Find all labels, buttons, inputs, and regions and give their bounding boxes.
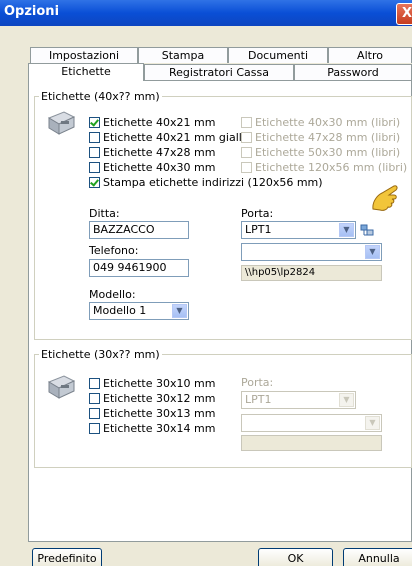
modello-label: Modello: [89, 288, 136, 301]
ditta-input[interactable]: BAZZACCO [89, 221, 189, 239]
check-label: Etichette 40x21 mm [103, 116, 216, 129]
check-30x14[interactable]: Etichette 30x14 mm [89, 422, 215, 435]
label-printer-icon [47, 111, 76, 135]
check-indirizzi[interactable]: Stampa etichette indirizzi (120x56 mm) [89, 176, 323, 189]
check-47x28-libri[interactable]: Etichette 47x28 mm (libri) [241, 131, 400, 144]
porta2-secondary-select[interactable]: ▼ [241, 414, 382, 432]
tab-altro[interactable]: Altro [328, 47, 412, 63]
printer-path: \\hp05\lp2824 [241, 265, 382, 281]
check-label: Etichette 40x21 mm gialle [103, 131, 249, 144]
porta-value: LPT1 [245, 223, 272, 236]
tab-registratori-cassa[interactable]: Registratori Cassa [144, 64, 294, 80]
printer-path-disabled [241, 435, 382, 451]
checkbox[interactable] [89, 408, 100, 419]
tab-documenti[interactable]: Documenti [228, 47, 328, 63]
chevron-down-icon[interactable]: ▼ [172, 304, 187, 318]
check-40x30-libri[interactable]: Etichette 40x30 mm (libri) [241, 116, 400, 129]
checkbox[interactable] [241, 147, 252, 158]
hand-pointer-icon [372, 185, 398, 211]
modello-label-text: Modello: [89, 288, 136, 301]
chevron-down-icon[interactable]: ▼ [365, 245, 380, 259]
tab-stampa[interactable]: Stampa [138, 47, 228, 63]
ditta-label-text: Ditta: [89, 207, 120, 220]
check-label: Etichette 30x14 mm [103, 422, 216, 435]
check-30x12[interactable]: Etichette 30x12 mm [89, 392, 215, 405]
porta-secondary-select[interactable]: ▼ [241, 243, 382, 261]
tab-password[interactable]: Password [294, 64, 412, 80]
checkbox[interactable] [89, 147, 100, 158]
check-label: Etichette 47x28 mm (libri) [255, 131, 401, 144]
porta2-label-text: Porta: [241, 376, 274, 389]
ditta-label: Ditta: [89, 207, 120, 220]
check-label: Etichette 40x30 mm (libri) [255, 116, 401, 129]
group-30x-legend: Etichette (30x?? mm) [41, 348, 160, 361]
modello-select[interactable]: Modello 1 ▼ [89, 302, 189, 320]
checkbox[interactable] [89, 423, 100, 434]
check-30x13[interactable]: Etichette 30x13 mm [89, 407, 215, 420]
checkbox[interactable] [89, 177, 100, 188]
tab-etichette[interactable]: Etichette [28, 63, 144, 81]
check-120x56-libri[interactable]: Etichette 120x56 mm (libri) [241, 161, 407, 174]
check-40x21-gialle[interactable]: Etichette 40x21 mm gialle [89, 131, 249, 144]
checkbox[interactable] [89, 117, 100, 128]
porta2-select[interactable]: LPT1 ▼ [241, 391, 356, 409]
check-label: Etichette 40x30 mm [103, 161, 216, 174]
checkbox[interactable] [89, 393, 100, 404]
title-bar[interactable]: Opzioni X [0, 0, 412, 26]
check-label: Stampa etichette indirizzi (120x56 mm) [103, 176, 323, 189]
group-40x-legend: Etichette (40x?? mm) [41, 90, 160, 103]
checkbox[interactable] [89, 378, 100, 389]
check-label: Etichette 120x56 mm (libri) [255, 161, 408, 174]
ok-button[interactable]: OK [258, 548, 333, 566]
checkbox[interactable] [89, 132, 100, 143]
porta2-label: Porta: [241, 376, 273, 389]
checkbox[interactable] [241, 117, 252, 128]
chevron-down-icon[interactable]: ▼ [365, 416, 380, 430]
modello-value: Modello 1 [93, 304, 147, 317]
tab-impostazioni[interactable]: Impostazioni [30, 47, 138, 63]
check-label: Etichette 30x13 mm [103, 407, 216, 420]
check-50x30-libri[interactable]: Etichette 50x30 mm (libri) [241, 146, 400, 159]
cancel-button[interactable]: Annulla [343, 548, 412, 566]
label-printer-icon [47, 375, 76, 399]
chevron-down-icon[interactable]: ▼ [339, 223, 354, 237]
telefono-label: Telefono: [89, 244, 138, 257]
network-printer-icon[interactable] [360, 224, 374, 237]
default-button[interactable]: Predefinito [32, 548, 102, 566]
telefono-input[interactable]: 049 9461900 [89, 259, 189, 277]
check-30x10[interactable]: Etichette 30x10 mm [89, 377, 215, 390]
checkbox[interactable] [241, 132, 252, 143]
porta-label-text: Porta: [241, 207, 274, 220]
chevron-down-icon[interactable]: ▼ [339, 393, 354, 407]
checkbox[interactable] [241, 162, 252, 173]
telefono-label-text: Telefono: [89, 244, 139, 257]
check-label: Etichette 47x28 mm [103, 146, 216, 159]
check-label: Etichette 50x30 mm (libri) [255, 146, 401, 159]
check-label: Etichette 30x10 mm [103, 377, 216, 390]
porta-label: Porta: [241, 207, 273, 220]
check-40x30[interactable]: Etichette 40x30 mm [89, 161, 215, 174]
porta2-value: LPT1 [245, 393, 272, 406]
window-title: Opzioni [4, 4, 60, 19]
checkbox[interactable] [89, 162, 100, 173]
check-label: Etichette 30x12 mm [103, 392, 216, 405]
porta-select[interactable]: LPT1 ▼ [241, 221, 356, 239]
check-47x28[interactable]: Etichette 47x28 mm [89, 146, 215, 159]
check-40x21[interactable]: Etichette 40x21 mm [89, 116, 215, 129]
close-button[interactable]: X [396, 3, 412, 25]
options-dialog: Opzioni X Impostazioni Stampa Documenti … [0, 0, 412, 566]
